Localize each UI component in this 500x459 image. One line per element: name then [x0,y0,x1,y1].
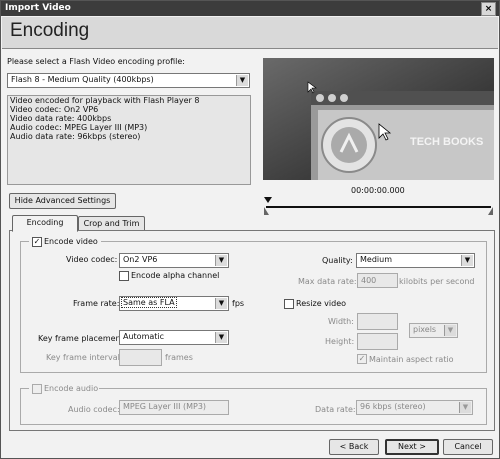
tab-crop-and-trim[interactable]: Crop and Trim [78,216,145,231]
dimension-units-select[interactable]: pixels ▼ [409,323,458,338]
import-video-dialog: Import Video × Encoding Please select a … [0,0,500,459]
key-frame-interval-field[interactable] [119,349,162,366]
encode-video-label: Encode video [44,237,98,246]
playhead-marker-icon [264,197,272,203]
fps-unit: fps [232,299,245,308]
audio-codec-value: MPEG Layer III (MP3) [123,402,207,411]
profile-detail-line: Video data rate: 400kbps [10,114,112,123]
quality-label: Quality: [322,256,353,265]
chevron-down-icon: ▼ [215,298,227,309]
height-field[interactable] [357,333,398,350]
hide-advanced-settings-button[interactable]: Hide Advanced Settings [9,193,116,209]
max-data-rate-field[interactable]: 400 [357,273,398,288]
encode-video-legend: ✓ Encode video [29,236,101,248]
max-data-rate-label: Max data rate: [298,277,357,286]
scrubber[interactable] [264,197,493,215]
profile-detail-line: Audio data rate: 96kbps (stereo) [10,132,141,141]
quality-value: Medium [360,255,392,264]
audio-codec-label: Audio codec: [68,405,120,414]
profile-select[interactable]: Flash 8 - Medium Quality (400kbps) ▼ [7,73,250,88]
key-frame-placement-select[interactable]: Automatic ▼ [119,330,229,345]
video-codec-select[interactable]: On2 VP6 ▼ [119,253,229,268]
encode-audio-label: Encode audio [44,384,99,393]
maintain-aspect-label: Maintain aspect ratio [369,355,454,364]
profile-select-value: Flash 8 - Medium Quality (400kbps) [11,75,154,84]
encode-audio-legend: Encode audio [29,383,99,395]
chevron-down-icon: ▼ [461,255,473,266]
close-button[interactable]: × [481,2,496,16]
key-frame-placement-label: Key frame placement: [38,334,127,343]
audio-data-rate-label: Data rate: [315,405,356,414]
frames-unit: frames [165,353,193,362]
preview-banner-text: TECH BOOKS [410,136,484,148]
profile-detail-line: Video encoded for playback with Flash Pl… [10,96,200,105]
dimension-units-value: pixels [413,325,437,334]
audio-data-rate-select[interactable]: 96 kbps (stereo) ▼ [356,400,473,415]
width-label: Width: [328,317,354,326]
tab-encoding[interactable]: Encoding [12,215,78,232]
profile-prompt: Please select a Flash Video encoding pro… [7,57,185,66]
video-codec-label: Video codec: [66,255,118,264]
page-title: Encoding [10,20,90,41]
chevron-down-icon: ▼ [444,325,456,336]
profile-detail-line: Video codec: On2 VP6 [10,105,99,114]
chevron-down-icon: ▼ [215,332,227,343]
chevron-down-icon: ▼ [459,402,471,413]
out-point-marker-icon [488,207,493,215]
audio-data-rate-value: 96 kbps (stereo) [360,402,426,411]
key-frame-interval-label: Key frame interval: [46,353,123,362]
width-field[interactable] [357,313,398,330]
chevron-down-icon: ▼ [236,75,248,86]
encode-alpha-label: Encode alpha channel [131,271,220,280]
in-point-marker-icon [264,207,269,215]
max-data-rate-value: 400 [361,276,377,285]
maintain-aspect-checkbox[interactable]: ✓ [357,354,367,364]
frame-rate-select[interactable]: Same as FLA ▼ [119,296,229,311]
frame-rate-label: Frame rate: [73,299,120,308]
encode-audio-checkbox[interactable] [32,384,42,394]
preview-timecode: 00:00:00.000 [351,186,405,195]
window-title: Import Video [5,3,71,13]
resize-video-checkbox[interactable] [284,299,294,309]
audio-codec-field[interactable]: MPEG Layer III (MP3) [119,400,229,415]
chevron-down-icon: ▼ [215,255,227,266]
profile-detail-line: Audio codec: MPEG Layer III (MP3) [10,123,148,132]
video-preview: TECH BOOKS [263,58,494,180]
key-frame-placement-value: Automatic [123,332,165,341]
height-label: Height: [325,337,355,346]
resize-video-label: Resize video [296,299,347,308]
title-bar: Import Video × [1,1,499,16]
max-data-rate-unit: kilobits per second [399,277,475,286]
encode-alpha-checkbox[interactable] [119,271,129,281]
back-button[interactable]: < Back [329,439,379,455]
preview-frame-image [263,58,494,180]
page-header: Encoding [2,17,498,49]
profile-details: Video encoded for playback with Flash Pl… [7,95,251,185]
encode-video-checkbox[interactable]: ✓ [32,237,42,247]
next-button[interactable]: Next > [385,439,439,455]
video-codec-value: On2 VP6 [123,255,158,264]
quality-select[interactable]: Medium ▼ [356,253,475,268]
scrubber-track [264,197,493,215]
frame-rate-value: Same as FLA [121,297,177,308]
cancel-button[interactable]: Cancel [443,439,493,455]
